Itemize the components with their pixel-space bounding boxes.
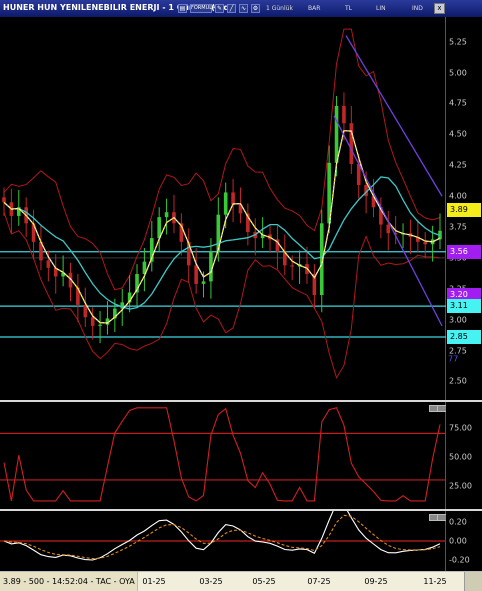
price-axis-tick: 5.00 [449,68,467,78]
period-button[interactable]: 1 Günlük [266,4,293,14]
status-readout: 3.89 - 500 - 14:52:04 - TAC - OYA [0,572,138,591]
rsi-axis-tick: 75.00 [449,423,472,433]
price-axis-tick: 4.25 [449,160,467,170]
rsi-axis-tick: 50.00 [449,452,472,462]
price-level-tag: 3.11 [447,299,481,314]
currency-button[interactable]: TL [345,4,352,14]
candle-body [164,212,169,218]
candle-body [194,265,198,284]
price-axis-tick: 4.50 [449,129,467,139]
price-chart[interactable] [0,17,446,400]
candle-body [349,123,354,165]
scale-button[interactable]: LIN [376,4,386,14]
time-axis-label: 11-25 [423,577,447,586]
candle-body [90,317,95,326]
bar-type-button[interactable]: BAR [308,4,320,14]
price-axis-tick: 3.00 [449,315,467,325]
time-axis-label: 07-25 [307,577,331,586]
price-level-tag: 3.56 [447,244,481,259]
candle-body [83,304,88,318]
candle-body [223,192,228,215]
moving-average-fast [3,130,441,324]
macd-chart-canvas [0,502,446,561]
macd-axis: 0.20 0.00 -0.20 [446,511,482,571]
macd-chart[interactable] [0,502,451,571]
bollinger-upper-band [3,28,441,291]
formula-button[interactable]: FORMULA [190,4,216,13]
candle-body [342,105,346,124]
macd-axis-tick: 0.00 [449,536,467,546]
rsi-line [3,407,441,502]
settings-icon[interactable]: ⚙ [251,4,260,13]
chart-type-icon[interactable]: ▤ [178,4,187,13]
price-axis-tick: 4.75 [449,98,467,108]
price-axis: 5.255.004.754.504.254.003.753.503.253.00… [446,17,482,400]
rsi-axis: 75.00 50.00 25.00 [446,402,482,509]
price-axis-tick: 4.00 [449,191,467,201]
bollinger-lower-band [3,212,441,379]
candle-body [2,197,6,203]
time-axis-label: 03-25 [199,577,223,586]
price-axis-tick: 3.75 [449,222,467,232]
scroll-handle[interactable] [464,572,482,591]
time-axis-label: 05-25 [252,577,276,586]
counter-label: 77 [448,354,459,364]
price-level-tag: 3.89 [447,202,481,217]
edit-icon[interactable]: ✎ [215,4,224,13]
line-tool-icon[interactable]: ╱ [227,4,236,13]
time-axis-bar: 3.89 - 500 - 14:52:04 - TAC - OYA 01-25 0… [0,571,482,591]
time-axis-label: 01-25 [142,577,166,586]
indicator-icon[interactable]: ∿ [239,4,248,13]
chart-window-titlebar: HUNER HUN YENILENEBILIR ENERJI - 1 Günlü… [0,0,482,17]
candle-body [98,324,102,326]
time-axis-label: 09-25 [364,577,388,586]
trend-channel-lower [333,115,443,327]
price-level-tag: 2.85 [447,329,481,344]
candle-body [46,260,51,268]
candle-body [231,192,235,205]
candle-body [423,241,428,245]
candle-body [334,105,339,163]
candle-body [386,224,391,234]
macd-axis-tick: -0.20 [449,555,470,565]
price-axis-tick: 2.50 [449,376,467,386]
rsi-chart[interactable] [0,402,451,509]
rsi-axis-tick: 25.00 [449,481,472,491]
macd-axis-tick: 0.20 [449,517,467,527]
candle-body [290,265,295,267]
candle-body [201,281,206,284]
indicator-button[interactable]: IND [412,4,423,14]
rsi-chart-canvas [0,407,446,502]
close-button[interactable]: x [434,3,445,14]
macd-signal-line [3,514,441,560]
price-chart-canvas [0,28,446,379]
price-axis-tick: 5.25 [449,37,467,47]
moving-average-fast-dash [3,130,441,324]
